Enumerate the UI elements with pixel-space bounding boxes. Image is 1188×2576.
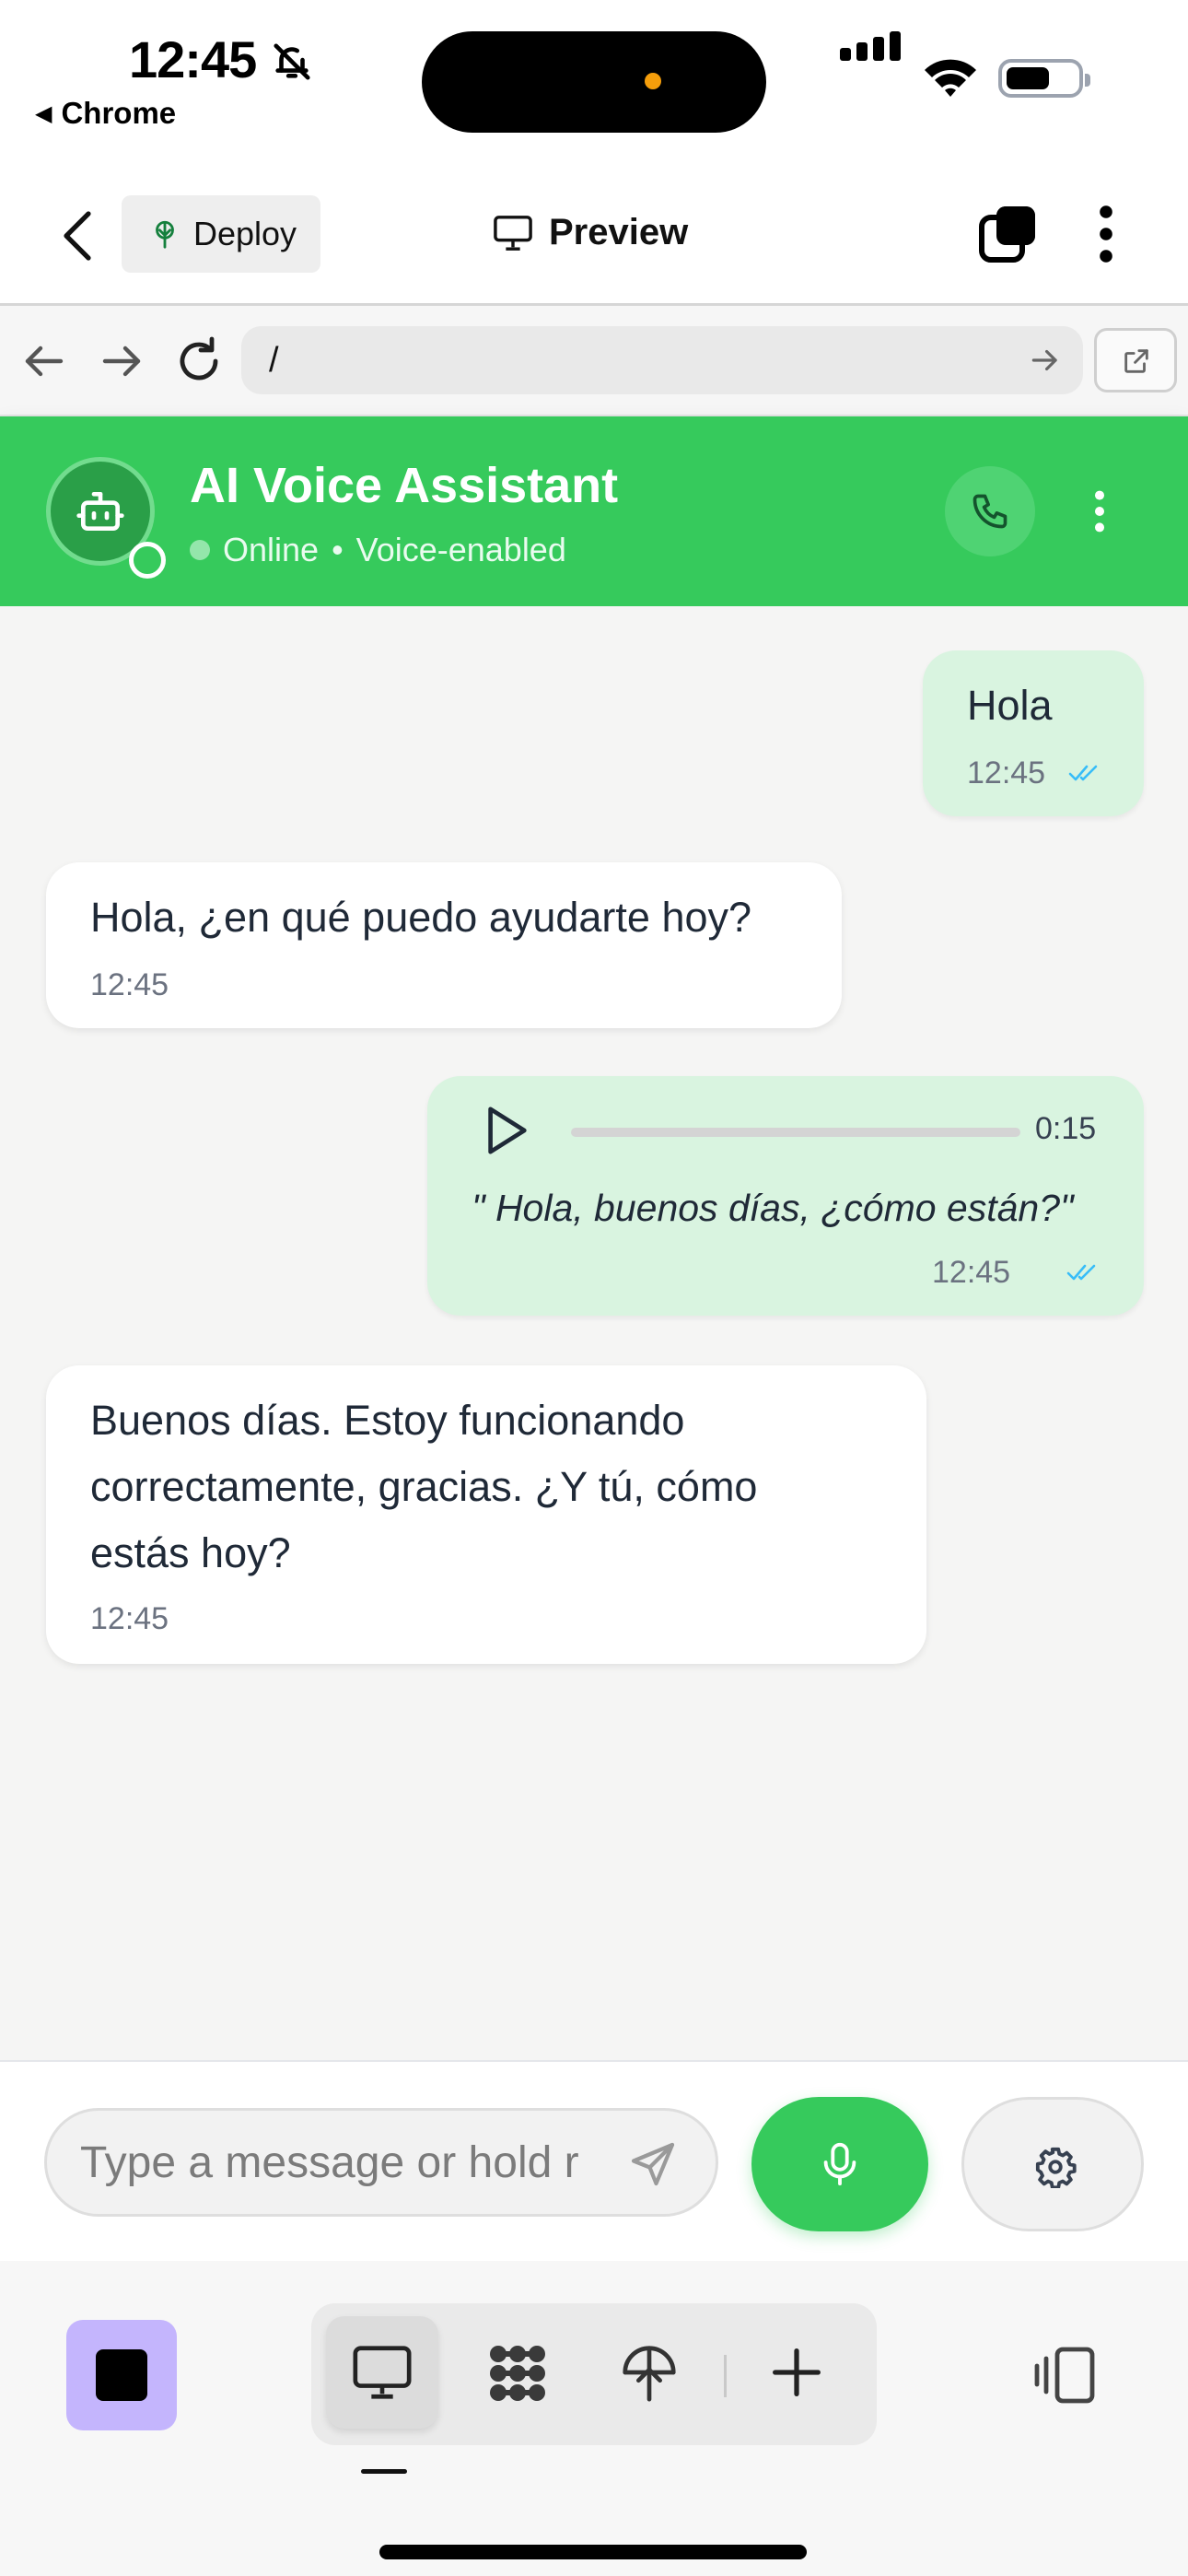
incoming-message[interactable]: Buenos días. Estoy funcionando correctam…: [46, 1365, 926, 1664]
bottom-dock: [0, 2261, 1188, 2576]
back-triangle-icon: ◀: [35, 101, 52, 126]
deploy-tree-icon: [623, 2346, 676, 2402]
dock-preview-tab[interactable]: [326, 2316, 438, 2429]
microphone-icon: [823, 2142, 856, 2186]
message-text: Hola: [967, 682, 1053, 729]
dock-add-tab[interactable]: [740, 2316, 853, 2429]
message-line: correctamente, gracias. ¿Y tú, cómo: [90, 1463, 758, 1510]
preview-label: Preview: [549, 212, 689, 252]
call-button[interactable]: [945, 466, 1035, 556]
status-time: 12:45: [129, 30, 257, 88]
deploy-label: Deploy: [193, 215, 297, 252]
bell-muted-icon: [274, 43, 310, 80]
dynamic-island: [422, 31, 766, 133]
battery-icon: [998, 59, 1090, 98]
message-line: Buenos días. Estoy funcionando: [90, 1397, 685, 1444]
status-voice-mode: Voice-enabled: [355, 531, 566, 568]
outgoing-message[interactable]: Hola 12:45: [923, 650, 1144, 816]
voice-settings-button[interactable]: [961, 2097, 1144, 2231]
message-time: 12:45: [967, 755, 1046, 790]
audio-progress-track[interactable]: [571, 1128, 1020, 1137]
double-check-icon: [1068, 765, 1098, 781]
online-indicator: [129, 542, 166, 579]
browser-url-bar: /: [0, 306, 1188, 416]
privacy-indicator-dot: [645, 73, 661, 89]
stop-icon: [96, 2349, 147, 2401]
status-separator: •: [332, 531, 344, 568]
audio-duration: 0:15: [1035, 1111, 1097, 1146]
status-online: Online: [223, 531, 320, 568]
deploy-tree-icon: [156, 220, 174, 249]
go-arrow-icon[interactable]: [1028, 343, 1063, 378]
outgoing-voice-message[interactable]: 0:15 " Hola, buenos días, ¿cómo están?" …: [427, 1076, 1144, 1316]
phone-icon: [973, 494, 1007, 529]
monitor-icon: [353, 2346, 412, 2399]
voice-transcript: " Hola, buenos días, ¿cómo están?": [472, 1187, 1074, 1229]
message-text: Buenos días. Estoy funcionando correctam…: [90, 1388, 757, 1587]
message-time: 12:45: [90, 1601, 169, 1636]
more-vertical-icon[interactable]: [1085, 203, 1127, 265]
double-check-icon: [1066, 1264, 1096, 1281]
chevron-left-icon[interactable]: [52, 206, 107, 265]
message-input[interactable]: [80, 2133, 596, 2192]
preview-title[interactable]: Preview: [492, 212, 688, 253]
assistant-name: AI Voice Assistant: [190, 458, 619, 513]
active-tab-indicator: [361, 2469, 407, 2474]
message-line: estás hoy?: [90, 1529, 291, 1576]
robot-icon: [76, 492, 124, 531]
dock-apps-tab[interactable]: [460, 2316, 573, 2429]
dock-deploy-tab[interactable]: [593, 2316, 705, 2429]
message-input-field[interactable]: [44, 2108, 718, 2217]
back-app-label: Chrome: [61, 96, 177, 130]
stop-button[interactable]: [66, 2320, 177, 2430]
play-icon[interactable]: [483, 1104, 530, 1157]
message-text: Hola, ¿en qué puedo ayudarte hoy?: [90, 894, 752, 941]
message-time: 12:45: [932, 1255, 1011, 1290]
more-vertical-icon[interactable]: [1081, 485, 1118, 538]
message-list: Hola 12:45 Hola, ¿en qué puedo ayudarte …: [0, 606, 1188, 2060]
back-to-chrome[interactable]: ◀ Chrome: [35, 96, 176, 131]
arrow-left-icon[interactable]: [17, 334, 72, 389]
arrow-right-icon[interactable]: [94, 334, 149, 389]
send-icon[interactable]: [627, 2138, 679, 2190]
app-toolbar: Deploy Preview: [0, 166, 1188, 306]
apps-grid-icon: [490, 2346, 545, 2401]
message-time: 12:45: [90, 967, 169, 1002]
plus-icon: [773, 2348, 821, 2396]
deploy-button[interactable]: Deploy: [122, 195, 320, 273]
url-input[interactable]: /: [241, 326, 1083, 394]
external-link-icon: [1124, 349, 1148, 373]
dock-divider: [724, 2355, 727, 2397]
tabs-icon[interactable]: [976, 203, 1039, 265]
settings-gear-icon: [1035, 2147, 1077, 2188]
url-text: /: [269, 341, 279, 380]
monitor-icon: [494, 215, 532, 251]
online-dot: [190, 540, 210, 560]
wifi-icon: [925, 59, 976, 97]
panel-toggle-icon[interactable]: [1031, 2344, 1098, 2406]
hold-to-record-button[interactable]: [751, 2097, 928, 2231]
home-indicator: [379, 2545, 807, 2559]
dock-tab-group: [311, 2303, 877, 2445]
open-external-button[interactable]: [1094, 328, 1177, 392]
message-input-bar: [0, 2060, 1188, 2261]
chat-header: AI Voice Assistant Online • Voice-enable…: [0, 416, 1188, 606]
reload-icon[interactable]: [171, 334, 227, 389]
ios-status-bar: 12:45 ◀ Chrome: [0, 0, 1188, 166]
assistant-status: Online • Voice-enabled: [190, 531, 566, 569]
incoming-message[interactable]: Hola, ¿en qué puedo ayudarte hoy? 12:45: [46, 862, 842, 1028]
